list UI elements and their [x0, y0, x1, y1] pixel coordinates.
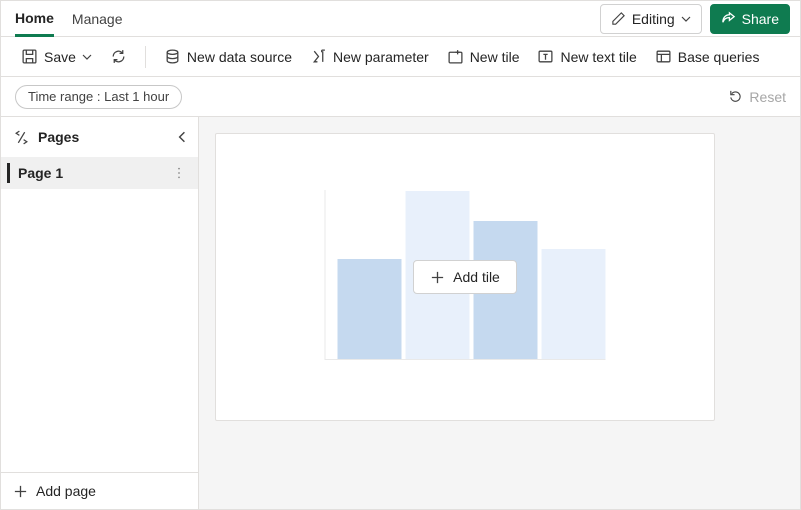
refresh-button[interactable]: [104, 41, 133, 73]
share-icon: [721, 11, 736, 26]
tab-home-label: Home: [15, 10, 54, 26]
reset-icon: [728, 89, 743, 104]
divider: [145, 46, 146, 68]
add-page-button[interactable]: Add page: [1, 472, 198, 509]
reset-button[interactable]: Reset: [728, 89, 786, 105]
queries-icon: [655, 48, 672, 65]
top-bar: Home Manage Editing Share: [1, 1, 800, 37]
chevron-down-icon: [82, 52, 92, 62]
new-parameter-label: New parameter: [333, 49, 429, 65]
share-label: Share: [742, 11, 779, 27]
base-queries-button[interactable]: Base queries: [649, 41, 766, 73]
editing-label: Editing: [632, 11, 675, 27]
chevron-down-icon: [681, 14, 691, 24]
base-queries-label: Base queries: [678, 49, 760, 65]
time-range-label: Time range :: [28, 89, 101, 104]
pages-icon: [13, 129, 30, 146]
page-list: Page 1: [1, 157, 198, 472]
editing-button[interactable]: Editing: [600, 4, 702, 34]
tab-home[interactable]: Home: [15, 2, 54, 37]
sidebar: Pages Page 1 Add page: [1, 117, 199, 509]
new-text-tile-button[interactable]: New text tile: [531, 41, 642, 73]
page-item[interactable]: Page 1: [1, 157, 198, 189]
add-tile-button[interactable]: Add tile: [413, 260, 517, 294]
tile-icon: [447, 48, 464, 65]
toolbar: Save New data source New parameter New t…: [1, 37, 800, 77]
new-parameter-button[interactable]: New parameter: [304, 41, 435, 73]
new-data-source-label: New data source: [187, 49, 292, 65]
plus-icon: [13, 484, 28, 499]
sidebar-title: Pages: [38, 129, 168, 145]
body: Pages Page 1 Add page: [1, 117, 800, 509]
page-item-label: Page 1: [18, 165, 168, 181]
active-bar: [7, 163, 10, 183]
canvas: Add tile: [199, 117, 800, 509]
new-text-tile-label: New text tile: [560, 49, 636, 65]
new-tile-button[interactable]: New tile: [441, 41, 526, 73]
time-range-value: Last 1 hour: [104, 89, 169, 104]
tab-strip: Home Manage: [15, 1, 123, 36]
filter-bar: Time range : Last 1 hour Reset: [1, 77, 800, 117]
parameter-icon: [310, 48, 327, 65]
collapse-icon[interactable]: [176, 131, 188, 143]
save-label: Save: [44, 49, 76, 65]
add-page-label: Add page: [36, 483, 96, 499]
tab-manage[interactable]: Manage: [72, 1, 123, 36]
new-data-source-button[interactable]: New data source: [158, 41, 298, 73]
database-icon: [164, 48, 181, 65]
more-icon[interactable]: [168, 166, 190, 180]
empty-tile-placeholder: Add tile: [215, 133, 715, 421]
text-tile-icon: [537, 48, 554, 65]
refresh-icon: [110, 48, 127, 65]
plus-icon: [430, 270, 445, 285]
save-icon: [21, 48, 38, 65]
sidebar-header: Pages: [1, 117, 198, 157]
tab-manage-label: Manage: [72, 11, 123, 27]
time-range-chip[interactable]: Time range : Last 1 hour: [15, 85, 182, 109]
save-button[interactable]: Save: [15, 41, 98, 73]
share-button[interactable]: Share: [710, 4, 790, 34]
reset-label: Reset: [749, 89, 786, 105]
new-tile-label: New tile: [470, 49, 520, 65]
add-tile-label: Add tile: [453, 269, 500, 285]
pencil-icon: [611, 11, 626, 26]
